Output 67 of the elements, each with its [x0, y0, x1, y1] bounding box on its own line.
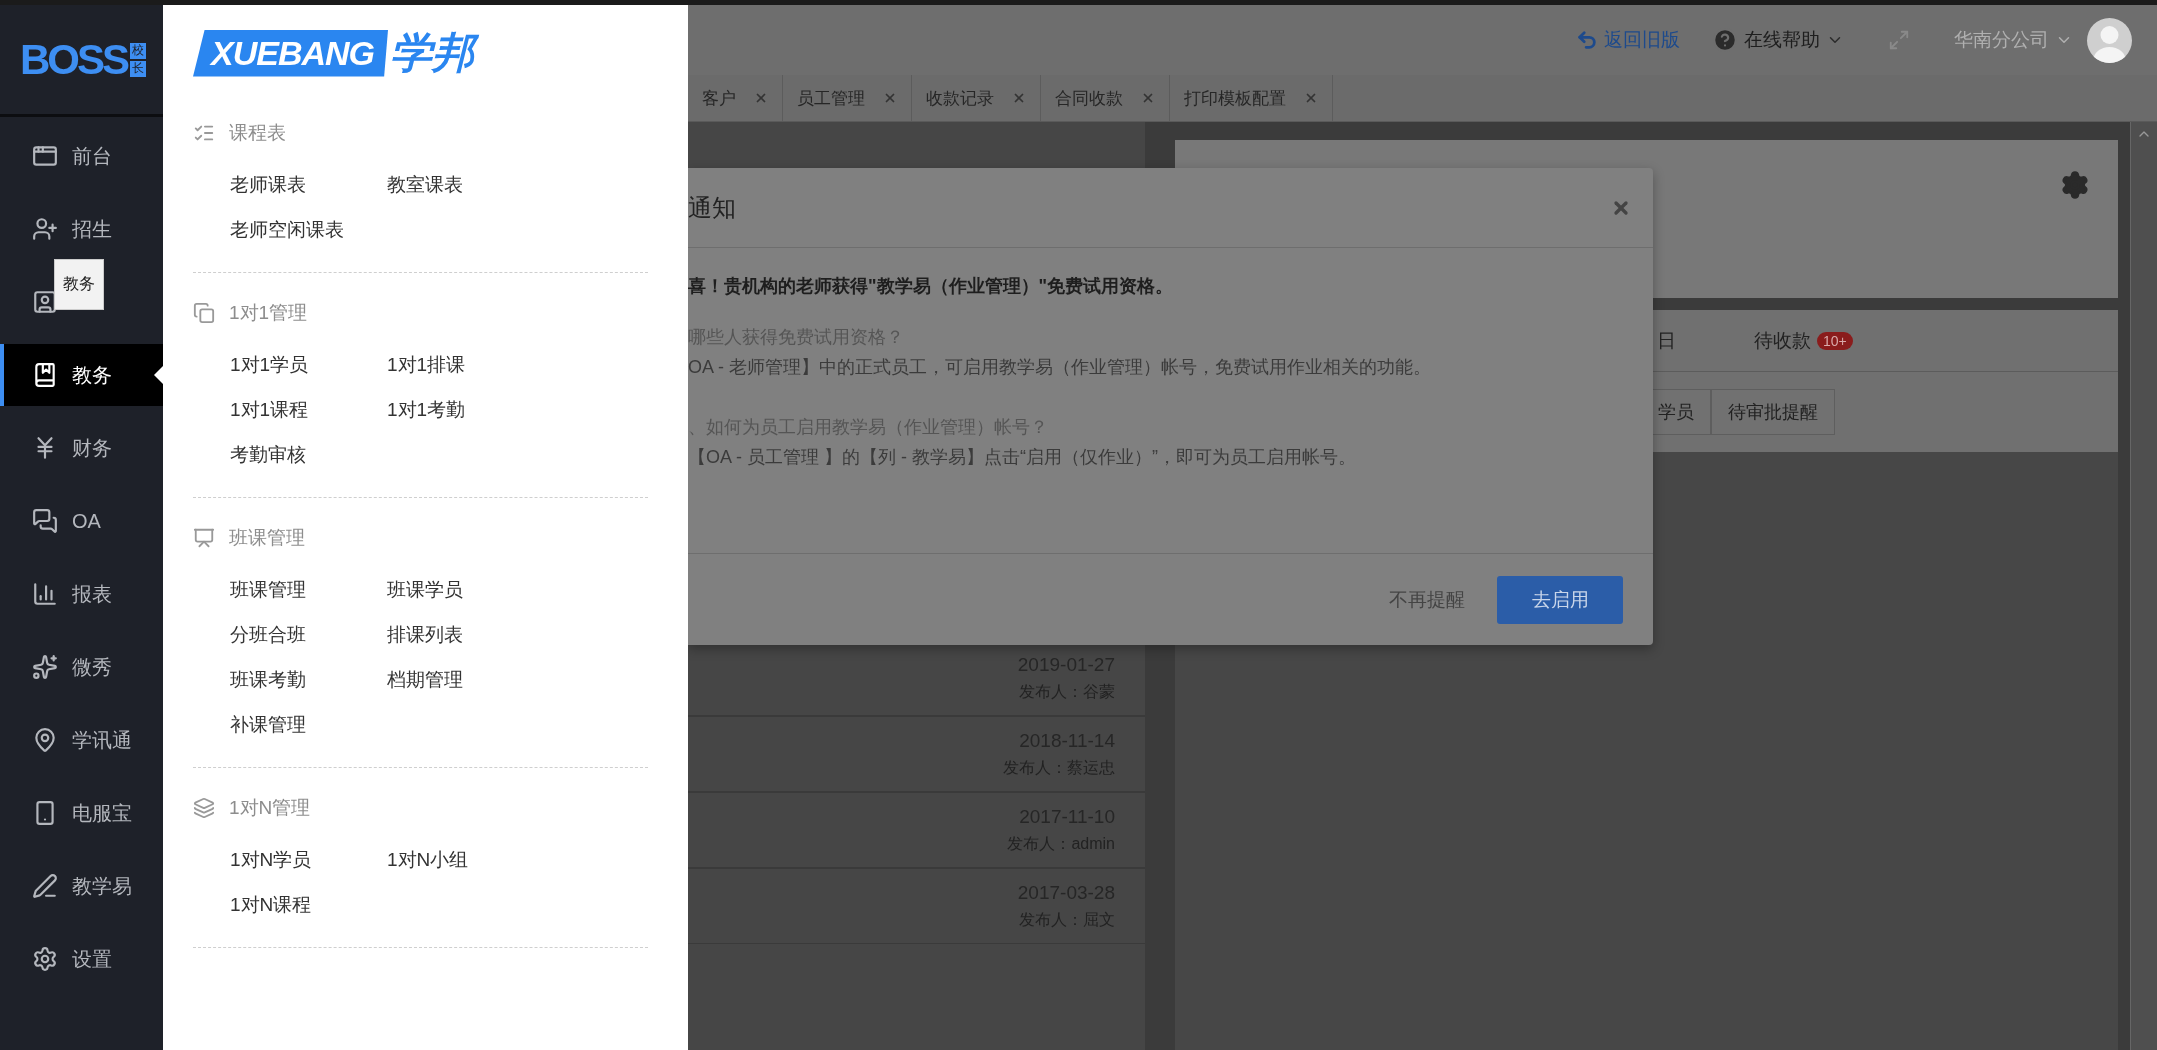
menu-link[interactable]: 老师课表: [230, 174, 306, 196]
menu-link[interactable]: 班课考勤: [230, 669, 306, 691]
avatar[interactable]: [2087, 17, 2132, 63]
section-title: 1对N管理: [229, 796, 311, 820]
window-icon: [32, 143, 58, 169]
menu-link[interactable]: 分班合班: [230, 624, 306, 646]
menu-link[interactable]: 1对1课程: [230, 399, 309, 421]
menu-link[interactable]: 1对N学员: [230, 849, 312, 871]
close-icon[interactable]: [1141, 91, 1155, 105]
menu-link[interactable]: 考勤审核: [230, 444, 306, 466]
dialog-headline: 喜！贵机构的老师获得"教学易（作业管理）"免费试用资格。: [688, 275, 1175, 298]
bar-chart-icon: [32, 581, 58, 607]
close-icon[interactable]: [1304, 91, 1318, 105]
sidebar-item[interactable]: 教学易: [0, 855, 163, 917]
dialog-text: OA - 老师管理】中的正式员工，可启用教学易（作业管理）帐号，免费试用作业相关的功能。: [688, 356, 1432, 379]
logo-badge: 校: [130, 42, 147, 59]
menu-link[interactable]: 1对1排课: [387, 354, 466, 376]
stack-icon: [193, 302, 215, 324]
menu-link[interactable]: 排课列表: [387, 624, 463, 646]
menu-link[interactable]: 1对1学员: [230, 354, 309, 376]
undo-icon: [1576, 29, 1598, 51]
logo-badge: 长: [130, 60, 147, 77]
user-plus-icon: [32, 216, 58, 242]
count-badge: 10+: [1817, 331, 1853, 350]
sidebar-item[interactable]: 前台: [0, 125, 163, 187]
menu-link[interactable]: 老师空闲课表: [230, 219, 344, 241]
layers-icon: [193, 797, 215, 819]
logo-text: BOSS: [20, 35, 128, 84]
panel-tab[interactable]: 待收款 10+: [1754, 327, 1853, 354]
sidebar-item[interactable]: OA: [0, 490, 163, 552]
menu-link[interactable]: 班课学员: [387, 579, 463, 601]
section-title: 1对1管理: [229, 301, 308, 325]
menu-link[interactable]: 补课管理: [230, 714, 306, 736]
expand-icon[interactable]: [1888, 29, 1910, 51]
menu-link[interactable]: 班课管理: [230, 579, 306, 601]
portrait-icon: [32, 289, 58, 315]
sidebar-item[interactable]: 招生: [0, 198, 163, 260]
sidebar-item[interactable]: 学讯通: [0, 709, 163, 771]
pin-icon: [32, 727, 58, 753]
close-icon[interactable]: [1012, 91, 1026, 105]
tooltip: 教务: [54, 259, 104, 310]
help-icon: [1712, 27, 1738, 53]
confirm-button[interactable]: 去启用: [1497, 575, 1623, 624]
close-icon[interactable]: [754, 91, 768, 105]
scrollbar[interactable]: [2130, 122, 2157, 1050]
menu-link[interactable]: 档期管理: [387, 669, 463, 691]
chat-icon: [32, 508, 58, 534]
logo-wordmark: XUEBANG: [193, 29, 389, 77]
sidebar-item[interactable]: 设置: [0, 928, 163, 990]
section-title: 课程表: [229, 121, 286, 145]
sparkle-icon: [32, 654, 58, 680]
dialog-title: 通知: [688, 192, 736, 223]
board-icon: [193, 527, 215, 549]
menu-link[interactable]: 教室课表: [387, 174, 463, 196]
sidebar-item[interactable]: 财务: [0, 417, 163, 479]
menu-link[interactable]: 1对1考勤: [387, 399, 466, 421]
sidebar-item[interactable]: 教务: [0, 344, 163, 406]
menu-link[interactable]: 1对N小组: [387, 849, 469, 871]
section-title: 班课管理: [229, 526, 305, 550]
close-icon[interactable]: [883, 91, 897, 105]
sidebar-item[interactable]: 微秀: [0, 636, 163, 698]
book-icon: [32, 362, 58, 388]
sidebar-item[interactable]: 电服宝: [0, 782, 163, 844]
menu-link[interactable]: 1对N课程: [230, 894, 312, 916]
pen-icon: [32, 873, 58, 899]
sidebar-item[interactable]: 报表: [0, 563, 163, 625]
dialog-text: 【OA - 员工管理 】的【列 - 教学易】点击“启用（仅作业）”，即可为员工启用帐号。: [688, 446, 1357, 469]
